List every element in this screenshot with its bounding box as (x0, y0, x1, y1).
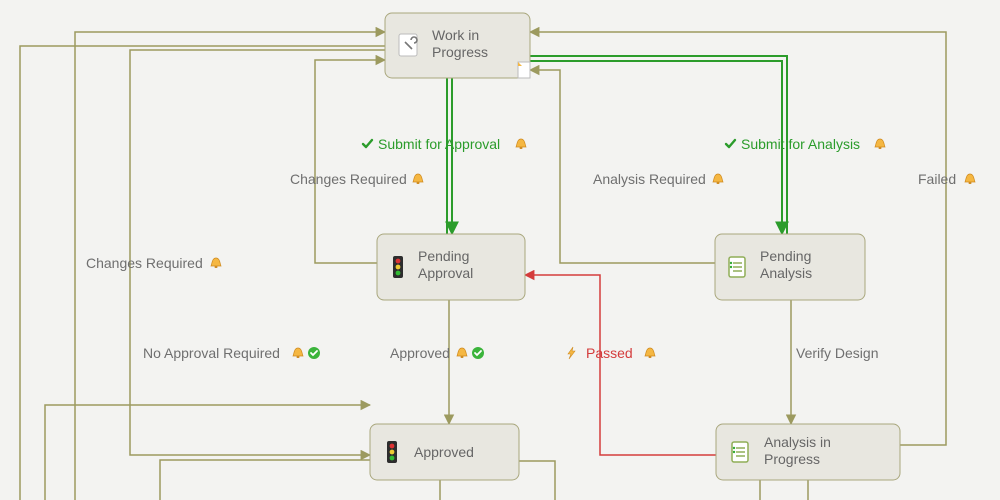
ok-icon (472, 347, 484, 359)
traffic-light-icon (393, 256, 403, 278)
traffic-light-icon (387, 441, 397, 463)
checklist-icon (729, 257, 745, 277)
node-label: Analysis in (764, 434, 831, 450)
workflow-canvas: Submit for Approval Submit for Analysis … (0, 0, 1000, 500)
transition-changes-required-inner: Changes Required (290, 171, 423, 187)
bell-icon (965, 174, 975, 184)
new-doc-icon (518, 62, 530, 78)
bolt-icon (568, 347, 575, 359)
checklist-icon (732, 442, 748, 462)
bell-icon (457, 348, 467, 358)
node-label: Progress (432, 44, 488, 60)
transition-label: No Approval Required (143, 345, 280, 361)
transition-label: Approved (390, 345, 450, 361)
transition-label: Submit for Approval (378, 136, 500, 152)
node-approved[interactable]: Approved (370, 424, 519, 480)
transition-verify-design: Verify Design (796, 345, 878, 361)
transition-label: Failed (918, 171, 956, 187)
transition-approved: Approved (390, 345, 484, 361)
bell-icon (516, 139, 526, 149)
check-icon (363, 140, 372, 147)
transition-passed: Passed (568, 345, 655, 361)
transition-analysis-required: Analysis Required (593, 171, 723, 187)
node-label: Work in (432, 27, 479, 43)
node-pending-analysis[interactable]: Pending Analysis (715, 234, 865, 300)
bell-icon (211, 258, 221, 268)
bell-icon (645, 348, 655, 358)
transition-no-approval-required: No Approval Required (143, 345, 320, 361)
node-pending-approval[interactable]: Pending Approval (377, 234, 525, 300)
transition-submit-for-approval: Submit for Approval (363, 136, 526, 152)
transition-label: Passed (586, 345, 633, 361)
transition-label: Submit for Analysis (741, 136, 860, 152)
bell-icon (875, 139, 885, 149)
node-label: Pending (760, 248, 811, 264)
ok-icon (308, 347, 320, 359)
transition-label: Verify Design (796, 345, 878, 361)
transition-label: Changes Required (86, 255, 203, 271)
bell-icon (293, 348, 303, 358)
transition-label: Analysis Required (593, 171, 706, 187)
transition-label: Changes Required (290, 171, 407, 187)
node-label: Approval (418, 265, 473, 281)
transition-submit-for-analysis: Submit for Analysis (726, 136, 885, 152)
wrench-doc-icon (399, 34, 417, 56)
transition-failed: Failed (918, 171, 975, 187)
node-label: Analysis (760, 265, 812, 281)
node-label: Approved (414, 444, 474, 460)
node-label: Pending (418, 248, 469, 264)
node-analysis-in-progress[interactable]: Analysis in Progress (716, 424, 900, 480)
node-work-in-progress[interactable]: Work in Progress (385, 13, 530, 78)
bell-icon (413, 174, 423, 184)
node-label: Progress (764, 451, 820, 467)
bell-icon (713, 174, 723, 184)
check-icon (726, 140, 735, 147)
transition-changes-required-outer: Changes Required (86, 255, 221, 271)
